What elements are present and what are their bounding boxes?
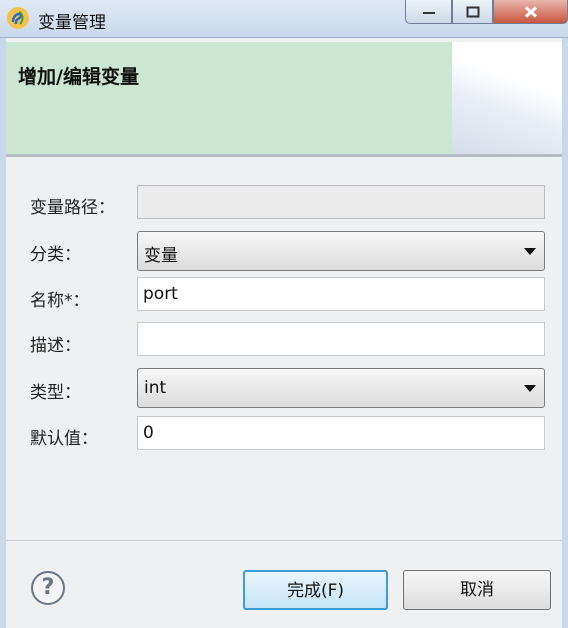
category-label: 分类： <box>30 245 81 265</box>
category-select[interactable]: 变量 <box>137 231 545 271</box>
cancel-button[interactable]: 取消 <box>403 570 551 610</box>
banner-decoration <box>452 42 562 154</box>
name-field[interactable]: port <box>137 277 545 311</box>
window-title: 变量管理 <box>38 13 106 33</box>
maximize-button[interactable] <box>452 0 493 24</box>
dropdown-arrow-icon <box>524 385 536 392</box>
type-select[interactable]: int <box>137 368 545 408</box>
close-button[interactable] <box>493 0 568 24</box>
help-icon[interactable]: ? <box>31 571 65 605</box>
path-field <box>137 185 545 219</box>
path-label: 变量路径： <box>30 198 115 218</box>
default-value-label: 默认值： <box>30 429 98 449</box>
close-icon <box>524 5 537 18</box>
footer-divider <box>6 540 562 541</box>
default-value-field[interactable]: 0 <box>137 416 545 450</box>
name-label: 名称*： <box>30 291 90 311</box>
banner-divider <box>6 154 562 157</box>
category-value: 变量 <box>144 246 178 266</box>
description-field[interactable] <box>137 322 545 356</box>
description-label: 描述： <box>30 336 81 356</box>
finish-button[interactable]: 完成(F) <box>243 570 388 610</box>
header-banner: 增加/编辑变量 <box>6 42 562 154</box>
app-logo-icon <box>7 7 29 29</box>
dropdown-arrow-icon <box>524 248 536 255</box>
type-value: int <box>144 378 167 398</box>
title-bar: 变量管理 <box>0 0 568 38</box>
type-label: 类型： <box>30 383 81 403</box>
maximize-icon <box>466 6 479 17</box>
banner-title: 增加/编辑变量 <box>18 66 139 88</box>
minimize-button[interactable] <box>405 0 452 24</box>
minimize-icon <box>422 11 435 14</box>
